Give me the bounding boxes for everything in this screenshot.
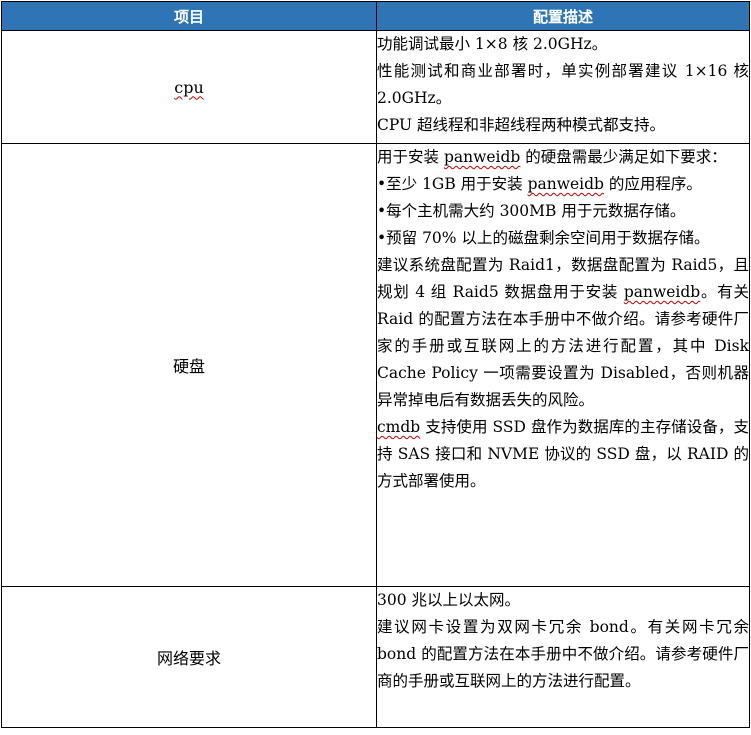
desc-cell-disk: 用于安装 panweidb 的硬盘需最少满足如下要求： •至少 1GB 用于安装…	[376, 143, 750, 587]
disk-desc-line: cmdb 支持使用 SSD 盘作为数据库的主存储设备，支持 SAS 接口和 NV…	[377, 414, 749, 495]
network-desc-line: 建议网卡设置为双网卡冗余 bond。有关网卡冗余 bond 的配置方法在本手册中…	[377, 618, 749, 690]
table-row-network: 网络要求 300 兆以上以太网。 建议网卡设置为双网卡冗余 bond。有关网卡冗…	[1, 586, 750, 728]
spec-table: 项目 配置描述 cpu 功能调试最小 1×8 核 2.0GHz。 性能测试和商业…	[1, 1, 750, 728]
product-name: panweidb	[443, 148, 521, 166]
item-label-cpu: cpu	[174, 77, 204, 97]
header-item: 项目	[1, 1, 377, 31]
desc-cell-cpu: 功能调试最小 1×8 核 2.0GHz。 性能测试和商业部署时，单实例部署建议 …	[376, 30, 750, 144]
item-label-disk: 硬盘	[172, 357, 205, 376]
disk-desc-line: 建议系统盘配置为 Raid1，数据盘配置为 Raid5，且规划 4 组 Raid…	[377, 252, 749, 414]
network-desc-line: 300 兆以上以太网。	[377, 591, 521, 609]
product-name: panweidb	[623, 283, 701, 301]
product-name: panweidb	[527, 175, 604, 193]
item-label-network: 网络要求	[156, 649, 221, 668]
cpu-desc-line: 功能调试最小 1×8 核 2.0GHz。	[377, 35, 608, 53]
disk-desc-line: •每个主机需大约 300MB 用于元数据存储。	[377, 202, 686, 220]
item-cell-cpu: cpu	[1, 30, 377, 144]
disk-desc-line: •至少 1GB 用于安装 panweidb 的应用程序。	[377, 171, 749, 198]
header-desc: 配置描述	[376, 1, 750, 31]
item-cell-disk: 硬盘	[1, 143, 377, 587]
text-span: 用于安装	[377, 148, 444, 166]
text-span: 。有关 Raid 的配置方法在本手册中不做介绍。请参考硬件厂家的手册或互联网上的…	[377, 283, 749, 409]
text-span: •至少 1GB 用于安装	[377, 175, 528, 193]
item-cell-network: 网络要求	[1, 586, 377, 728]
desc-cell-network: 300 兆以上以太网。 建议网卡设置为双网卡冗余 bond。有关网卡冗余 bon…	[376, 586, 750, 728]
cpu-desc-line: 性能测试和商业部署时，单实例部署建议 1×16 核 2.0GHz。	[377, 62, 749, 107]
text-span: 支持使用 SSD 盘作为数据库的主存储设备，支持 SAS 接口和 NVME 协议…	[377, 418, 749, 490]
text-span: 的硬盘需最少满足如下要求：	[520, 148, 727, 166]
table-row-disk: 硬盘 用于安装 panweidb 的硬盘需最少满足如下要求： •至少 1GB 用…	[1, 143, 750, 587]
product-name: cmdb	[377, 418, 421, 436]
cpu-desc-line: CPU 超线程和非超线程两种模式都支持。	[377, 116, 666, 134]
table-row-cpu: cpu 功能调试最小 1×8 核 2.0GHz。 性能测试和商业部署时，单实例部…	[1, 30, 750, 144]
text-span: 的应用程序。	[603, 175, 702, 193]
disk-desc-line: 用于安装 panweidb 的硬盘需最少满足如下要求：	[377, 144, 749, 171]
table-header-row: 项目 配置描述	[1, 1, 750, 31]
disk-desc-line: •预留 70% 以上的磁盘剩余空间用于数据存储。	[377, 229, 710, 247]
